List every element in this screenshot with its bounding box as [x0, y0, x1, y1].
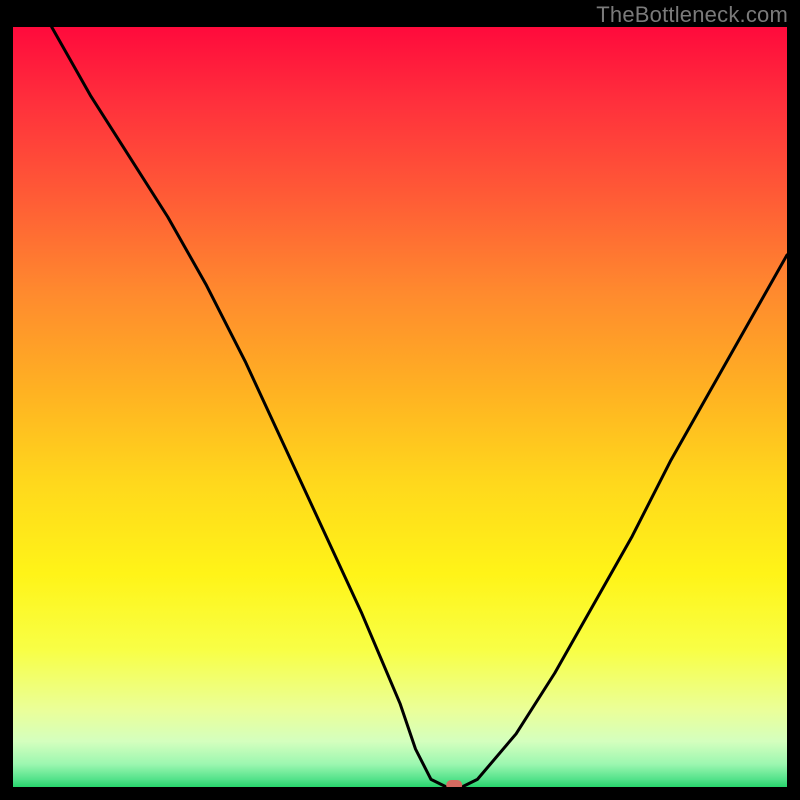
watermark-text: TheBottleneck.com [596, 2, 788, 28]
bottleneck-curve [52, 27, 787, 787]
plot-area [13, 27, 787, 787]
chart-frame: TheBottleneck.com [0, 0, 800, 800]
optimal-marker [446, 780, 462, 787]
chart-svg [13, 27, 787, 787]
